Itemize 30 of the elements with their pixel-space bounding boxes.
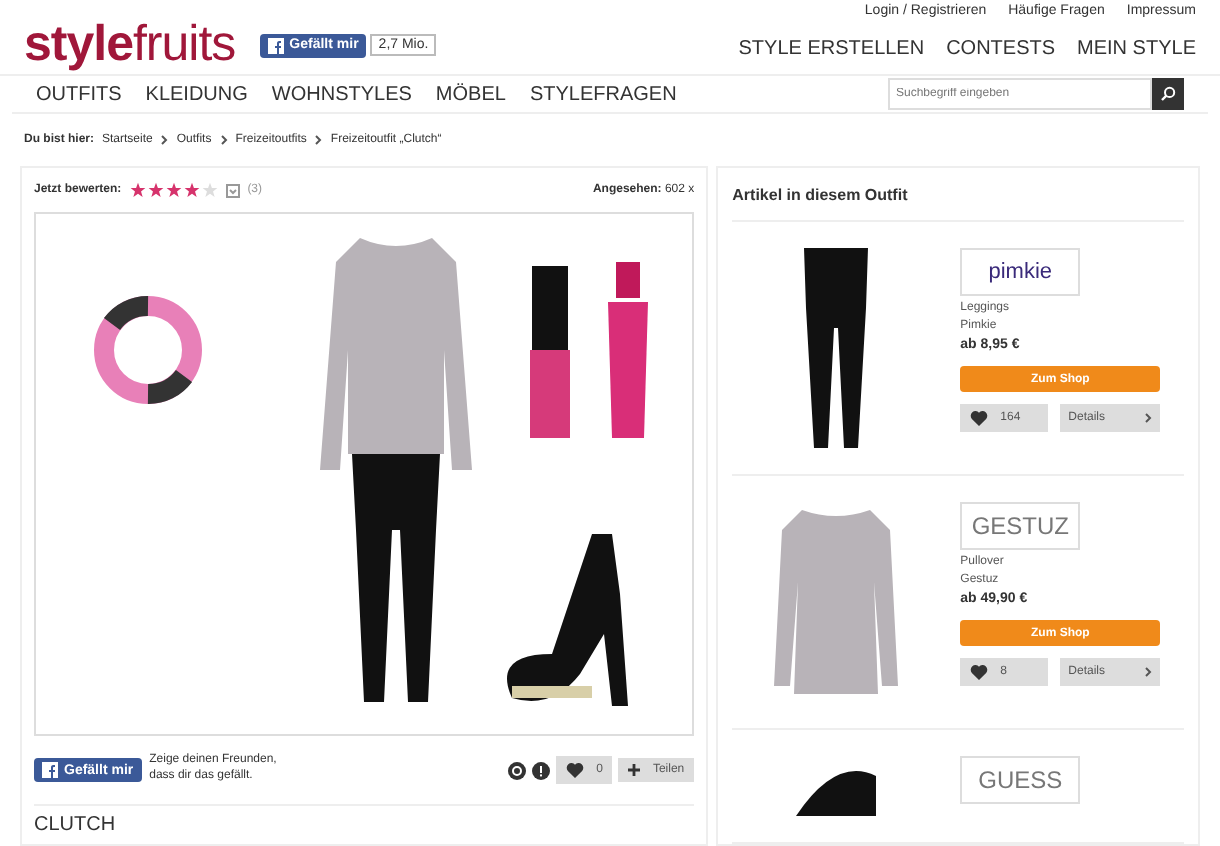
star-rating[interactable] [129,182,218,198]
heart-icon [970,664,989,680]
search-button[interactable] [1152,78,1184,110]
category-link[interactable]: OUTFITS [36,83,122,105]
brand-logo[interactable]: GESTUZ [960,502,1081,550]
main-nav-link[interactable]: STYLE ERSTELLEN [738,38,925,60]
heart-icon [566,762,585,778]
chevron-icon [314,134,323,146]
heart-icon [970,410,989,426]
report-icon[interactable] [532,761,551,779]
chevron-icon [1144,412,1153,424]
section-title: Artikel in diesem Outfit [732,168,1184,222]
main-nav-link[interactable]: CONTESTS [946,38,1056,60]
facebook-icon [42,762,58,778]
stylefruits-logo[interactable]: stylefruits [24,16,236,74]
category-link[interactable]: KLEIDUNG [145,83,248,105]
facebook-icon [267,37,284,53]
chevron-icon [160,134,169,146]
outfit-title: CLUTCH [34,812,118,836]
brand-logo[interactable]: pimkie [960,248,1081,296]
search-icon [1160,86,1176,102]
category-link[interactable]: STYLEFRAGEN [529,83,677,105]
plus-icon [628,764,641,776]
category-link[interactable]: WOHNSTYLES [271,83,412,105]
chevron-icon [1144,666,1153,678]
category-link[interactable]: MÖBEL [435,83,506,105]
chevron-icon [219,134,228,146]
brand-logo[interactable]: GUESS [960,756,1081,804]
main-nav-link[interactable]: MEIN STYLE [1077,38,1196,60]
bangle-drawing [92,294,204,406]
